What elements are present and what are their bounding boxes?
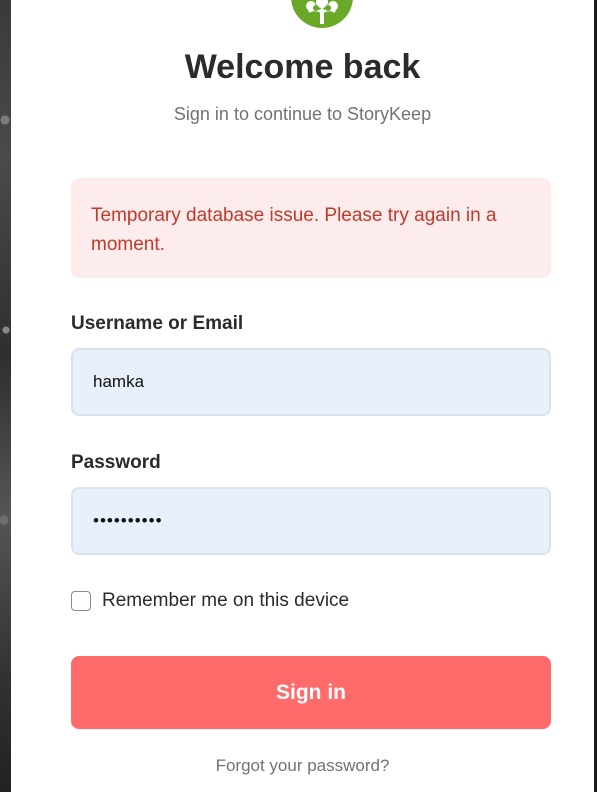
tree-icon: [291, 0, 353, 28]
username-input[interactable]: [71, 348, 551, 416]
password-label: Password: [71, 452, 161, 473]
login-card: Welcome back Sign in to continue to Stor…: [11, 0, 594, 792]
error-alert: Temporary database issue. Please try aga…: [71, 178, 551, 278]
sign-in-button[interactable]: Sign in: [71, 656, 551, 729]
remember-me-checkbox[interactable]: [71, 591, 91, 611]
username-label: Username or Email: [71, 313, 244, 334]
password-input[interactable]: [71, 487, 551, 555]
page-subtitle: Sign in to continue to StoryKeep: [173, 104, 432, 124]
remember-me[interactable]: Remember me on this device: [71, 589, 349, 613]
error-alert-message: Temporary database issue. Please try aga…: [91, 205, 497, 255]
background-photo: [0, 0, 11, 792]
page-title: Welcome back: [184, 48, 421, 86]
forgot-password-link[interactable]: Forgot your password?: [11, 756, 594, 776]
remember-me-label[interactable]: Remember me on this device: [102, 590, 349, 612]
